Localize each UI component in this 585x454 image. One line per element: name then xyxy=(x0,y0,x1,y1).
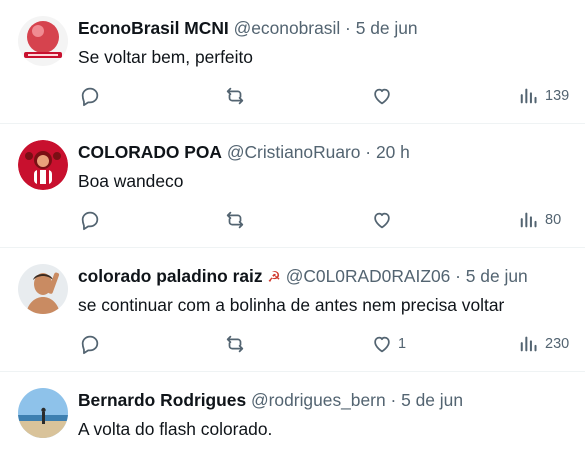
tweet-date[interactable]: 5 de jun xyxy=(401,390,463,410)
like-count: 1 xyxy=(398,336,407,352)
avatar[interactable] xyxy=(18,16,68,66)
author-name[interactable]: COLORADO POA xyxy=(78,142,222,162)
man-photo-icon xyxy=(18,264,68,314)
views-button[interactable]: 80 xyxy=(518,209,561,231)
views-button[interactable]: 139 xyxy=(518,85,569,107)
author-handle[interactable]: @C0L0RAD0RAIZ06 xyxy=(286,266,451,286)
author-handle[interactable]: @CristianoRuaro xyxy=(227,142,361,162)
tweet[interactable]: Bernardo Rodrigues @rodrigues_bern · 5 d… xyxy=(0,372,585,454)
views-icon xyxy=(520,88,537,104)
separator: · xyxy=(345,18,351,38)
tweet[interactable]: EconoBrasil MCNI @econobrasil · 5 de jun… xyxy=(0,0,585,124)
avatar[interactable] xyxy=(18,140,68,190)
heart-icon xyxy=(374,212,390,229)
tweet[interactable]: COLORADO POA @CristianoRuaro · 20 h Boa … xyxy=(0,124,585,248)
red-mascot-icon xyxy=(18,140,68,190)
beach-photo-icon xyxy=(18,388,68,438)
retweet-icon xyxy=(226,87,244,105)
views-count: 230 xyxy=(545,336,570,352)
reply-button[interactable] xyxy=(79,209,106,231)
reply-button[interactable] xyxy=(79,333,106,355)
tweet[interactable]: colorado paladino raiz ☭ @C0L0RAD0RAIZ06… xyxy=(0,248,585,372)
like-button[interactable] xyxy=(371,85,398,107)
views-count: 80 xyxy=(545,212,562,228)
tweet-actions: 139 xyxy=(0,85,585,111)
author-handle[interactable]: @econobrasil xyxy=(234,18,341,38)
tweet-actions: 1 230 xyxy=(0,333,585,359)
avatar[interactable] xyxy=(18,264,68,314)
separator: · xyxy=(365,142,372,162)
tweet-text: Boa wandeco xyxy=(78,171,184,191)
like-button[interactable]: 1 xyxy=(371,333,406,355)
heart-icon xyxy=(374,336,390,353)
heart-icon xyxy=(374,88,390,105)
retweet-icon xyxy=(226,211,244,229)
tweet-text: A volta do flash colorado. xyxy=(78,419,273,439)
retweet-button[interactable] xyxy=(224,333,251,355)
tweet-date[interactable]: 20 h xyxy=(376,142,410,162)
like-button[interactable] xyxy=(371,209,398,231)
views-button[interactable]: 230 xyxy=(518,333,569,355)
tweet-text: Se voltar bem, perfeito xyxy=(78,47,253,67)
author-name[interactable]: Bernardo Rodrigues xyxy=(78,390,246,410)
views-icon xyxy=(520,212,537,228)
author-name[interactable]: colorado paladino raiz xyxy=(78,266,263,286)
avatar[interactable] xyxy=(18,388,68,438)
red-sphere-logo-icon xyxy=(18,16,68,66)
reply-icon xyxy=(81,335,99,355)
retweet-button[interactable] xyxy=(224,85,251,107)
reply-icon xyxy=(81,211,99,231)
tweet-text: se continuar com a bolinha de antes nem … xyxy=(78,295,505,315)
retweet-button[interactable] xyxy=(224,209,251,231)
author-name[interactable]: EconoBrasil MCNI xyxy=(78,18,229,38)
separator: · xyxy=(455,266,461,286)
reply-icon xyxy=(81,87,99,107)
views-count: 139 xyxy=(545,88,570,104)
tweet-actions: 80 xyxy=(0,209,585,235)
tweet-date[interactable]: 5 de jun xyxy=(466,266,528,286)
retweet-icon xyxy=(226,335,244,353)
views-icon xyxy=(520,336,537,352)
hammer-sickle-emoji: ☭ xyxy=(267,268,281,286)
reply-button[interactable] xyxy=(79,85,106,107)
separator: · xyxy=(390,390,397,410)
tweet-date[interactable]: 5 de jun xyxy=(356,18,418,38)
author-handle[interactable]: @rodrigues_bern xyxy=(251,390,386,410)
